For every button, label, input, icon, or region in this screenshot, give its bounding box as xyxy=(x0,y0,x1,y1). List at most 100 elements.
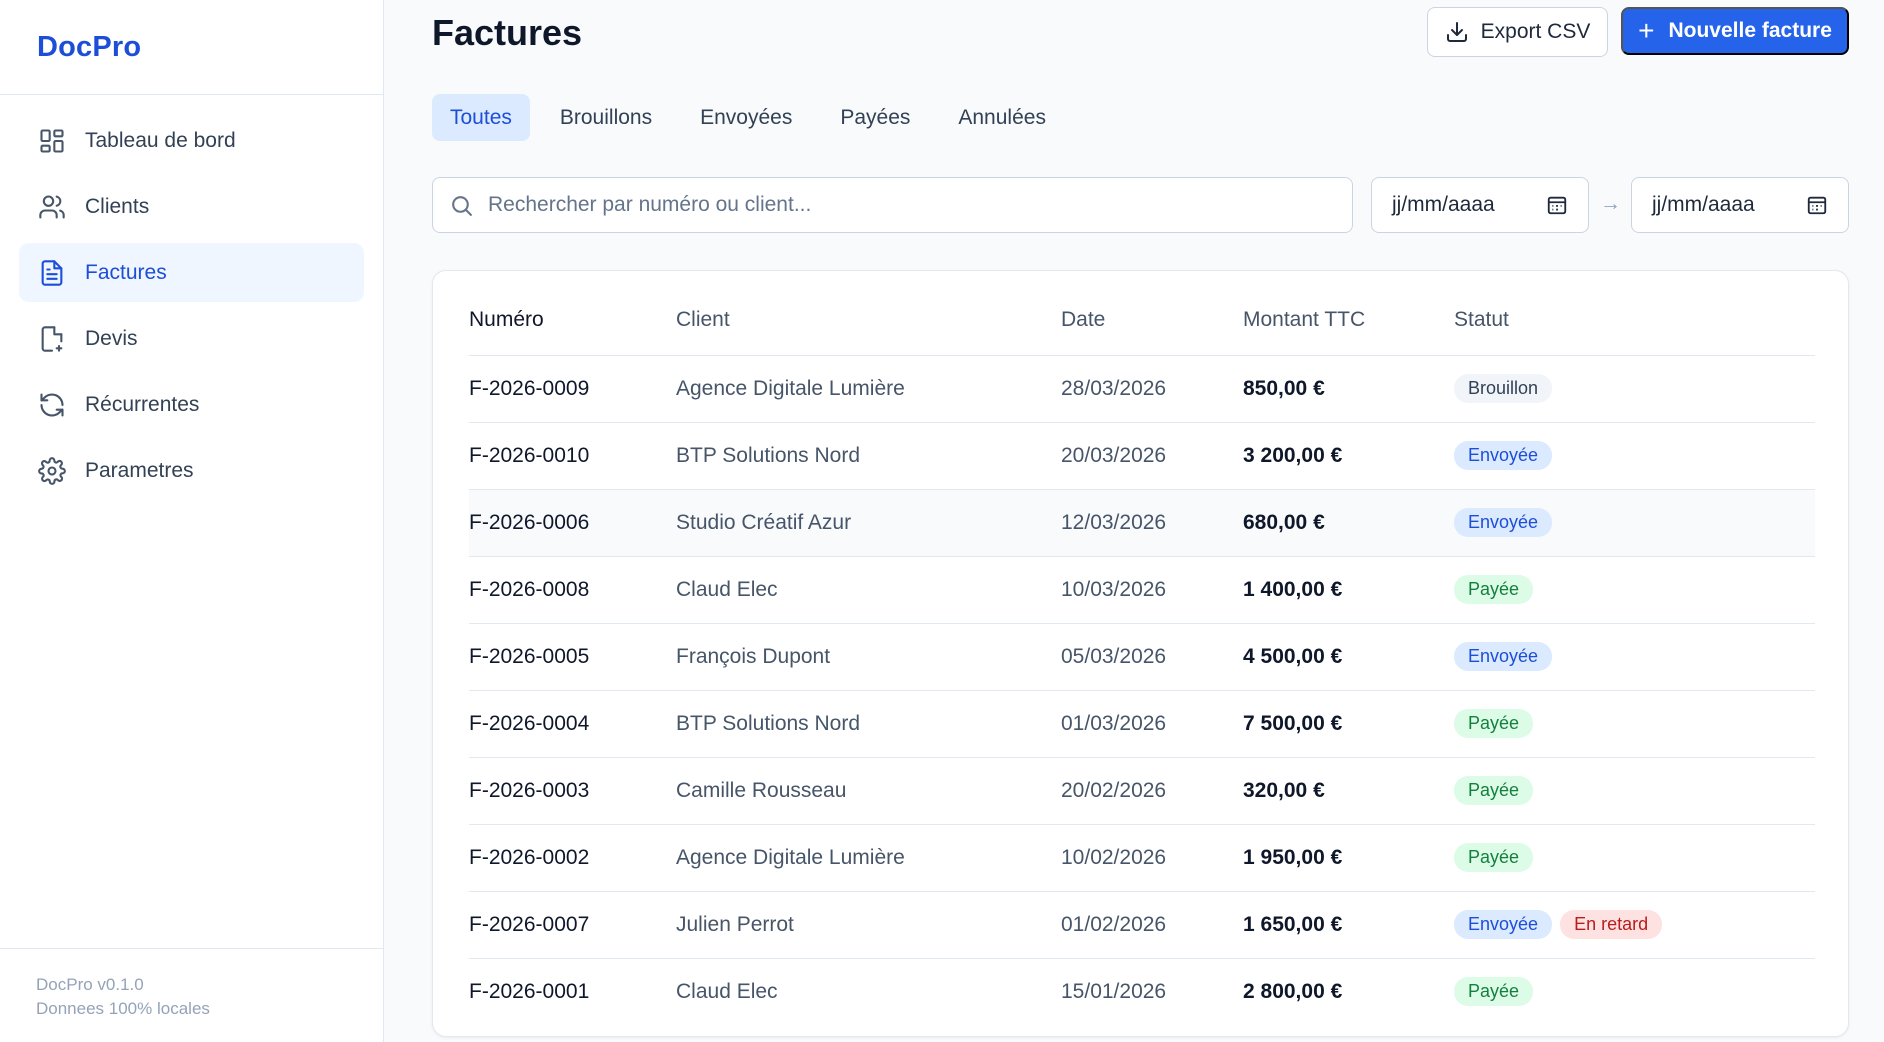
invoice-date: 10/02/2026 xyxy=(1061,824,1243,892)
header-client[interactable]: Client xyxy=(676,285,1061,356)
status-badge: Payée xyxy=(1454,977,1534,1007)
invoice-date: 28/03/2026 xyxy=(1061,355,1243,423)
quote-icon xyxy=(37,324,67,354)
invoice-status: Envoyée xyxy=(1454,623,1815,691)
gear-icon xyxy=(37,456,67,486)
invoice-amount: 850,00 € xyxy=(1243,355,1454,423)
sidebar-nav: Tableau de bord Clients Factures Devis R… xyxy=(0,95,383,500)
plus-icon: + xyxy=(1638,15,1655,46)
table-row[interactable]: F-2026-0010 BTP Solutions Nord 20/03/2026 3… xyxy=(469,422,1815,490)
invoice-amount: 320,00 € xyxy=(1243,757,1454,825)
export-csv-button[interactable]: Export CSV xyxy=(1427,7,1608,57)
sidebar-item-dashboard[interactable]: Tableau de bord xyxy=(19,111,364,170)
invoice-number: F-2026-0009 xyxy=(469,355,676,423)
table-row[interactable]: F-2026-0008 Claud Elec 10/03/2026 1 400,00 … xyxy=(469,556,1815,624)
invoice-date: 20/03/2026 xyxy=(1061,422,1243,490)
date-to-field[interactable]: jj/mm/aaaa xyxy=(1631,177,1849,233)
invoice-status: Payée xyxy=(1454,690,1815,758)
table-row[interactable]: F-2026-0006 Studio Créatif Azur 12/03/2026… xyxy=(469,489,1815,557)
invoice-client: Camille Rousseau xyxy=(676,757,1061,825)
invoices-table: Numéro Client Date Montant TTC Statut F-… xyxy=(469,285,1815,1025)
invoice-amount: 2 800,00 € xyxy=(1243,979,1343,1003)
invoice-status: Envoyée xyxy=(1454,489,1815,557)
invoice-number: F-2026-0001 xyxy=(469,979,590,1003)
invoice-amount: 680,00 € xyxy=(1243,489,1454,557)
status-badge: Envoyée xyxy=(1454,642,1553,671)
invoice-number: F-2026-0005 xyxy=(469,623,676,691)
calendar-icon[interactable] xyxy=(1546,194,1568,216)
sidebar-item-label: Tableau de bord xyxy=(85,128,236,152)
date-to-value: jj/mm/aaaa xyxy=(1652,193,1755,216)
app-version: DocPro v0.1.0 xyxy=(36,975,144,994)
export-csv-label: Export CSV xyxy=(1480,20,1591,43)
date-range-arrow: → xyxy=(1600,192,1621,215)
tab-envoyees[interactable]: Envoyées xyxy=(682,94,810,141)
invoice-number: F-2026-0010 xyxy=(469,422,676,490)
date-from-field[interactable]: jj/mm/aaaa xyxy=(1371,177,1589,233)
status-badge: Envoyée xyxy=(1454,910,1553,939)
invoices-table-card: Numéro Client Date Montant TTC Statut F-… xyxy=(432,270,1849,1037)
invoice-amount: 1 950,00 € xyxy=(1243,824,1454,892)
sidebar-item-label: Factures xyxy=(85,260,167,284)
status-badge: Payée xyxy=(1454,776,1534,805)
status-tabs: Toutes Brouillons Envoyées Payées Annulé… xyxy=(432,94,1076,141)
sidebar-item-factures[interactable]: Factures xyxy=(19,243,364,302)
invoice-amount: 1 400,00 € xyxy=(1243,556,1454,624)
app-logo-text[interactable]: DocPro xyxy=(37,31,141,64)
table-row[interactable]: F-2026-0001 Claud Elec 15/01/2026 2 800,00 … xyxy=(469,958,1815,1025)
table-row[interactable]: F-2026-0009 Agence Digitale Lumière 28/03/… xyxy=(469,355,1815,423)
invoice-number: F-2026-0006 xyxy=(469,489,676,557)
date-from-value: jj/mm/aaaa xyxy=(1392,193,1495,216)
search-box xyxy=(432,177,1353,233)
header-numero[interactable]: Numéro xyxy=(469,285,676,356)
invoice-status: Payée xyxy=(1454,958,1815,1025)
status-badge: En retard xyxy=(1560,910,1663,939)
invoice-date: 01/03/2026 xyxy=(1061,690,1243,758)
page-title: Factures xyxy=(432,12,583,53)
invoice-client: BTP Solutions Nord xyxy=(676,690,1061,758)
tab-toutes[interactable]: Toutes xyxy=(432,94,530,141)
tab-payees[interactable]: Payées xyxy=(822,94,928,141)
search-input[interactable] xyxy=(488,193,1338,217)
invoice-number: F-2026-0008 xyxy=(469,556,676,624)
invoice-number: F-2026-0002 xyxy=(469,824,676,892)
header-date[interactable]: Date xyxy=(1061,285,1243,356)
table-row[interactable]: F-2026-0002 Agence Digitale Lumière 10/02/… xyxy=(469,824,1815,892)
header-montant[interactable]: Montant TTC xyxy=(1243,285,1454,356)
sidebar-footer: DocPro v0.1.0 Donnees 100% locales xyxy=(0,948,383,1042)
invoice-client: BTP Solutions Nord xyxy=(676,422,1061,490)
search-icon xyxy=(452,195,472,216)
table-row[interactable]: F-2026-0004 BTP Solutions Nord 01/03/2026 7… xyxy=(469,690,1815,758)
invoice-status: Envoyée En retard xyxy=(1454,891,1815,959)
sidebar-item-recurrentes[interactable]: Récurrentes xyxy=(19,375,364,434)
status-badge: Payée xyxy=(1454,575,1534,604)
new-invoice-button[interactable]: + Nouvelle facture xyxy=(1621,7,1849,55)
invoice-number: F-2026-0007 xyxy=(469,891,676,959)
status-badge: Payée xyxy=(1454,843,1534,872)
tab-annulees[interactable]: Annulées xyxy=(940,94,1064,141)
table-row[interactable]: F-2026-0003 Camille Rousseau 20/02/2026 320… xyxy=(469,757,1815,825)
invoice-date: 20/02/2026 xyxy=(1061,757,1243,825)
storage-note: Donnees 100% locales xyxy=(36,999,210,1018)
dashboard-icon xyxy=(37,126,67,156)
invoice-date: 15/01/2026 xyxy=(1061,979,1167,1003)
header-statut[interactable]: Statut xyxy=(1454,285,1815,356)
status-badge: Envoyée xyxy=(1454,441,1553,470)
invoice-amount: 1 650,00 € xyxy=(1243,891,1454,959)
status-badge: Brouillon xyxy=(1454,374,1553,403)
invoice-status: Payée xyxy=(1454,556,1815,624)
calendar-icon[interactable] xyxy=(1806,194,1828,216)
sidebar-item-parametres[interactable]: Parametres xyxy=(19,441,364,500)
invoice-client: Agence Digitale Lumière xyxy=(676,355,1061,423)
invoice-status: Brouillon xyxy=(1454,355,1815,423)
table-row[interactable]: F-2026-0005 François Dupont 05/03/2026 4 50… xyxy=(469,623,1815,691)
tab-brouillons[interactable]: Brouillons xyxy=(542,94,670,141)
sidebar-item-devis[interactable]: Devis xyxy=(19,309,364,368)
sidebar-item-label: Devis xyxy=(85,326,138,350)
invoice-client: Claud Elec xyxy=(676,556,1061,624)
sidebar-item-clients[interactable]: Clients xyxy=(19,177,364,236)
invoice-client: François Dupont xyxy=(676,623,1061,691)
table-row[interactable]: F-2026-0007 Julien Perrot 01/02/2026 1 650,… xyxy=(469,891,1815,959)
users-icon xyxy=(37,192,67,222)
invoice-status: Payée xyxy=(1454,824,1815,892)
